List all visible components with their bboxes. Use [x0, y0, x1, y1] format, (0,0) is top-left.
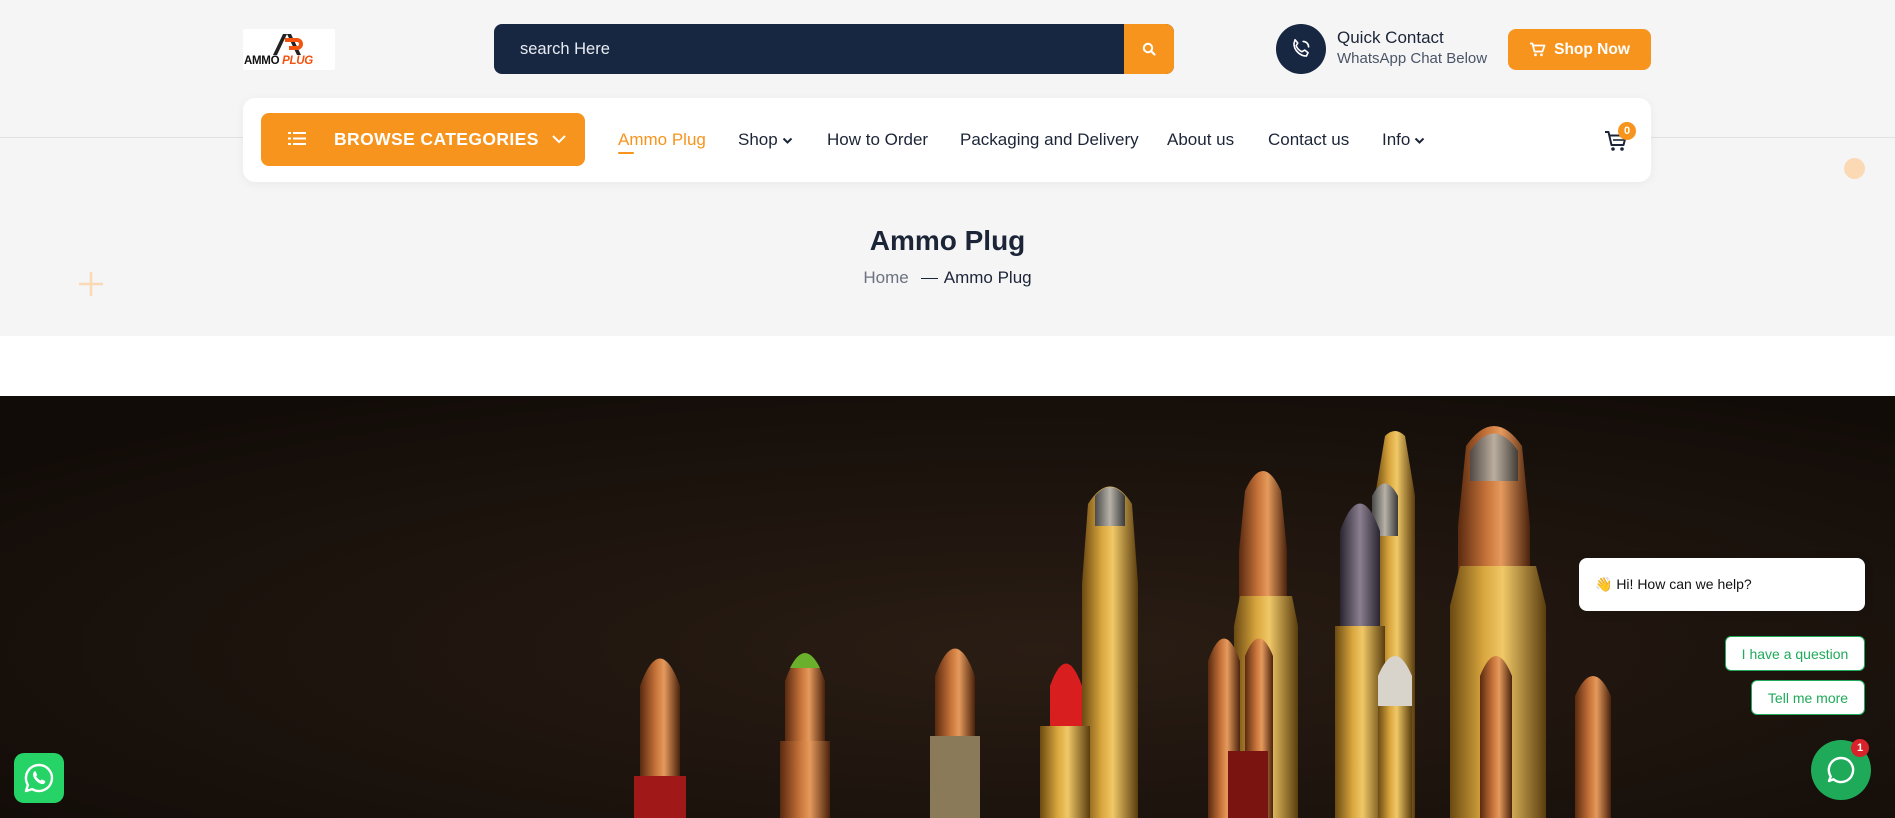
whatsapp-button[interactable] [14, 753, 64, 803]
whatsapp-icon [24, 763, 54, 793]
active-underline [618, 152, 634, 154]
chat-option-question[interactable]: I have a question [1725, 636, 1865, 671]
nav-packaging-delivery[interactable]: Packaging and Delivery [960, 130, 1139, 150]
nav-shop[interactable]: Shop [738, 130, 793, 150]
breadcrumb: Home Ammo Plug [0, 268, 1895, 288]
main-nav: BROWSE CATEGORIES Ammo Plug Shop How to … [243, 98, 1651, 182]
nav-ammo-plug[interactable]: Ammo Plug [618, 130, 706, 150]
chat-option-tell-more[interactable]: Tell me more [1751, 680, 1865, 715]
nav-how-to-order[interactable]: How to Order [827, 130, 928, 150]
breadcrumb-current: Ammo Plug [943, 268, 1032, 287]
chevron-down-icon [1415, 137, 1425, 144]
shop-now-button[interactable]: Shop Now [1508, 29, 1651, 70]
search-button[interactable] [1124, 24, 1174, 74]
page-title: Ammo Plug [869, 225, 1026, 256]
chat-notification-badge: 1 [1851, 739, 1869, 757]
chat-greeting: 👋 Hi! How can we help? [1579, 558, 1865, 611]
quick-contact-icon-wrap[interactable] [1276, 24, 1326, 74]
chevron-down-icon [552, 135, 566, 144]
browse-categories-label: BROWSE CATEGORIES [334, 129, 539, 149]
breadcrumb-separator [920, 278, 938, 280]
logo-text: AMMO PLUG [244, 55, 313, 67]
shop-now-label: Shop Now [1554, 40, 1630, 58]
search-bar [494, 24, 1174, 74]
quick-contact-title: Quick Contact [1337, 28, 1444, 47]
cart-count-badge: 0 [1618, 122, 1636, 140]
cart-icon [1530, 42, 1546, 57]
search-input[interactable] [494, 24, 1124, 74]
browse-categories-button[interactable]: BROWSE CATEGORIES [261, 113, 585, 166]
chat-icon [1827, 756, 1855, 784]
decorative-dot [1844, 158, 1865, 179]
nav-info-label: Info [1382, 130, 1411, 149]
quick-contact-subtitle: WhatsApp Chat Below [1337, 50, 1488, 67]
search-icon [1142, 42, 1156, 56]
list-icon [288, 132, 306, 145]
spacer-band [0, 336, 1895, 396]
logo[interactable]: AMMO PLUG [243, 29, 335, 70]
chevron-down-icon [782, 137, 792, 144]
nav-contact-us[interactable]: Contact us [1268, 130, 1349, 150]
nav-about-us[interactable]: About us [1167, 130, 1234, 150]
phone-icon [1293, 38, 1310, 57]
nav-info[interactable]: Info [1382, 130, 1425, 150]
breadcrumb-home[interactable]: Home [863, 268, 908, 287]
nav-shop-label: Shop [738, 130, 778, 149]
